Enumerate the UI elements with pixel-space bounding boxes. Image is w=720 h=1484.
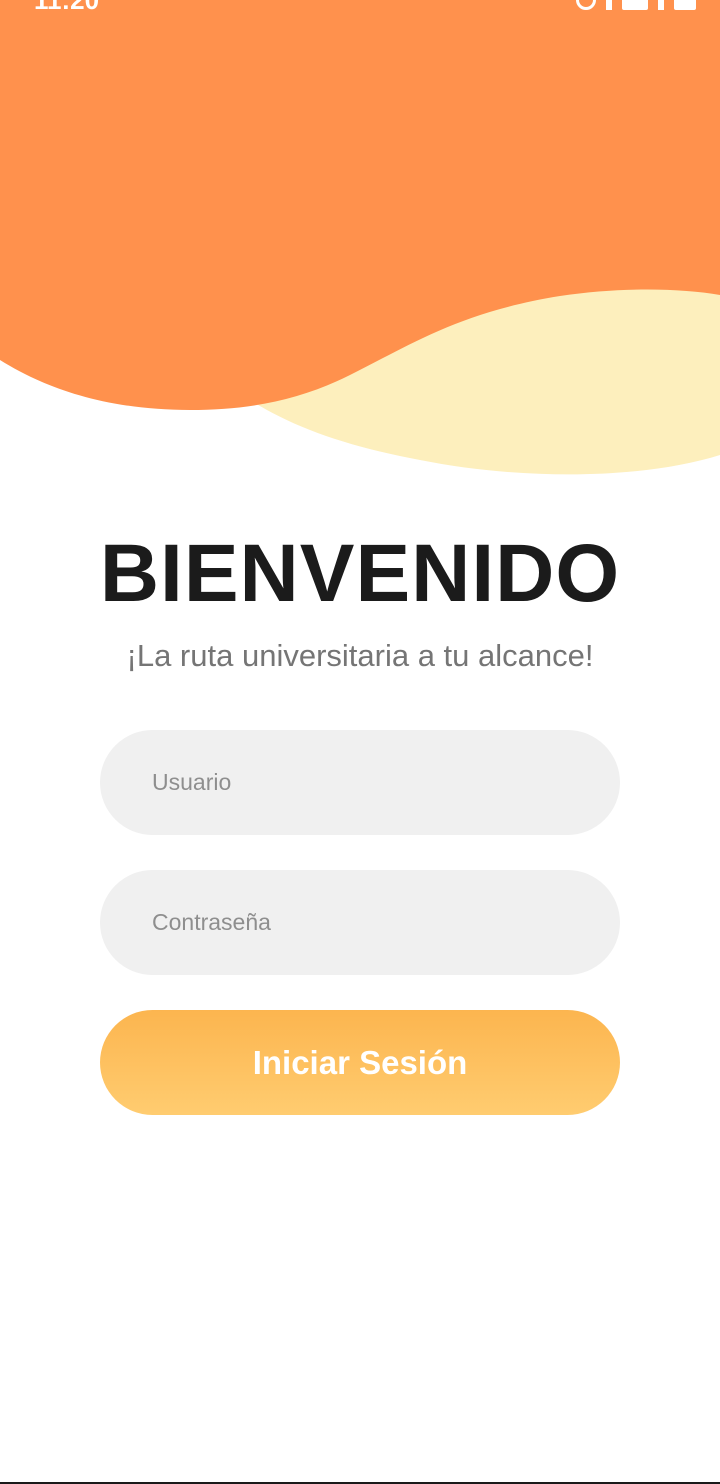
username-input[interactable] bbox=[100, 730, 620, 835]
divider-icon bbox=[658, 0, 664, 10]
status-bar: 11:20 bbox=[0, 0, 720, 14]
wifi-icon bbox=[674, 0, 696, 10]
status-time: 11:20 bbox=[34, 0, 99, 14]
login-button[interactable]: Iniciar Sesión bbox=[100, 1010, 620, 1115]
login-screen: 11:20 BIENVENIDO ¡La ruta universitaria … bbox=[0, 0, 720, 1484]
signal-icon bbox=[606, 0, 612, 10]
header-wave-graphic bbox=[0, 0, 720, 475]
alarm-icon bbox=[576, 0, 596, 10]
status-icons bbox=[576, 0, 696, 10]
page-title: BIENVENIDO bbox=[99, 528, 621, 619]
page-subtitle: ¡La ruta universitaria a tu alcance! bbox=[126, 638, 594, 673]
battery-icon bbox=[622, 0, 648, 10]
password-input[interactable] bbox=[100, 870, 620, 975]
